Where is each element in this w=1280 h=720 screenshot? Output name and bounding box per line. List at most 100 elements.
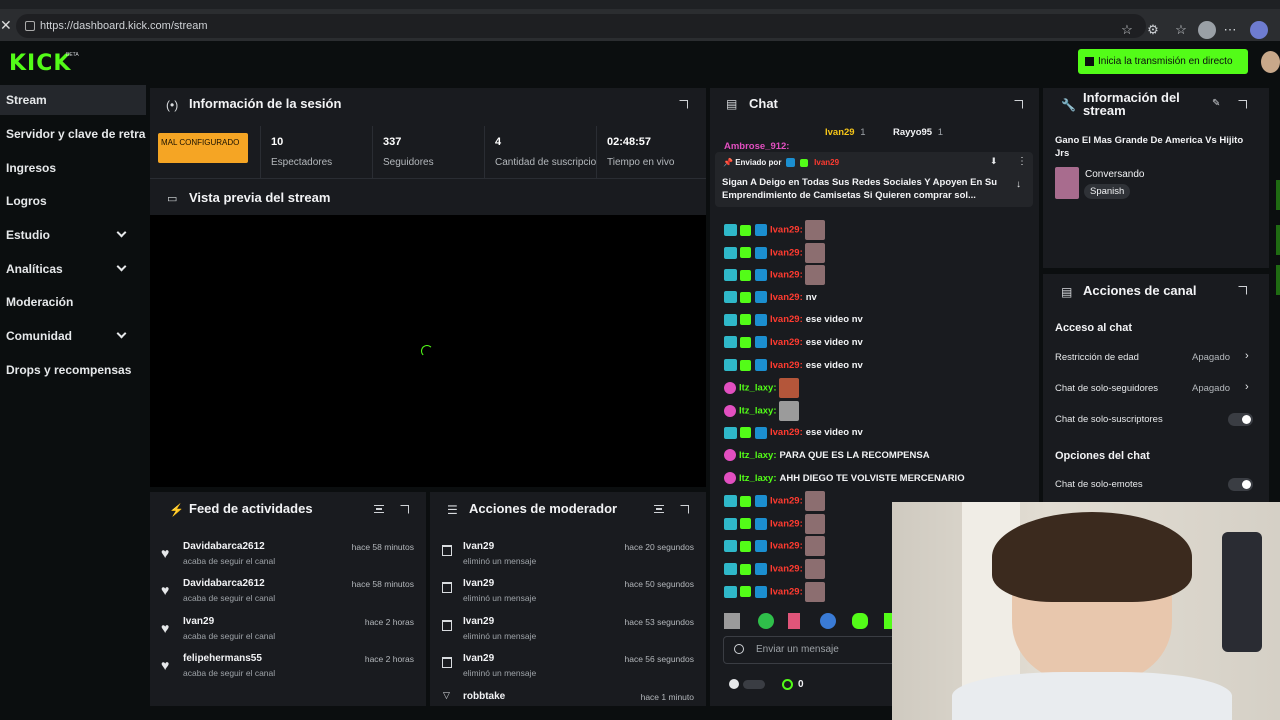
- chat-message[interactable]: Ivan29:: [724, 265, 825, 286]
- bookmark-star-icon[interactable]: ☆: [1119, 22, 1135, 38]
- browser-tab[interactable]: [140, 0, 240, 9]
- edit-pencil-icon[interactable]: ✎: [1212, 98, 1220, 109]
- chat-username[interactable]: Ivan29:: [770, 337, 803, 348]
- extensions-icon[interactable]: ⚙: [1145, 22, 1161, 38]
- chat-username[interactable]: Itz_laxy:: [739, 383, 777, 394]
- sidebar-item-moderation[interactable]: Moderación: [0, 287, 146, 317]
- browser-tab[interactable]: [390, 0, 500, 9]
- url-field[interactable]: https://dashboard.kick.com/stream: [16, 14, 1146, 38]
- chat-username[interactable]: Ivan29:: [770, 564, 803, 575]
- more-options-icon[interactable]: ⋮: [1017, 156, 1027, 167]
- chat-username[interactable]: Ivan29:: [770, 314, 803, 325]
- chat-message[interactable]: Ivan29: nv: [724, 288, 817, 308]
- filter-icon[interactable]: [374, 505, 384, 513]
- chat-username[interactable]: Itz_laxy:: [739, 405, 777, 416]
- popout-icon[interactable]: [680, 505, 689, 514]
- sidebar-item-drops[interactable]: Drops y recompensas: [0, 355, 146, 385]
- activity-user[interactable]: felipehermans55: [183, 653, 262, 664]
- top-chatter[interactable]: Ivan29 1: [825, 127, 866, 138]
- mod-action-user[interactable]: Ivan29: [463, 541, 494, 552]
- chat-message[interactable]: Ivan29:: [724, 536, 825, 557]
- followers-only-row[interactable]: Chat de solo-seguidores Apagado ›: [1043, 375, 1269, 403]
- stop-loading-icon[interactable]: ✕: [0, 18, 12, 32]
- settings-icon[interactable]: [729, 679, 739, 689]
- emote-icon[interactable]: [724, 613, 740, 629]
- chat-message[interactable]: Ivan29:: [724, 242, 825, 263]
- sidebar-item-achievements[interactable]: Logros: [0, 186, 146, 216]
- mod-action-user[interactable]: Ivan29: [463, 653, 494, 664]
- chat-username[interactable]: Ivan29:: [770, 270, 803, 281]
- chat-message[interactable]: Ivan29: ese video nv: [724, 423, 863, 443]
- sidebar-item-stream[interactable]: Stream: [0, 85, 146, 115]
- arrow-down-icon[interactable]: ↓: [1016, 179, 1021, 190]
- browser-profile-icon[interactable]: [1198, 21, 1216, 39]
- popout-icon[interactable]: [1238, 286, 1247, 295]
- chat-message[interactable]: Itz_laxy:: [724, 378, 799, 399]
- pin-icon[interactable]: ⬇: [990, 156, 998, 167]
- chat-username[interactable]: Ivan29:: [770, 541, 803, 552]
- activity-user[interactable]: Davidabarca2612: [183, 578, 265, 589]
- sidebar-item-community[interactable]: Comunidad: [0, 321, 146, 351]
- chat-message[interactable]: Ivan29: ese video nv: [724, 356, 863, 376]
- kick-logo[interactable]: KICK: [9, 51, 71, 76]
- chat-message[interactable]: Ivan29:: [724, 559, 825, 579]
- activity-user[interactable]: Ivan29: [183, 616, 214, 627]
- favorites-icon[interactable]: ☆: [1173, 22, 1189, 38]
- chat-username[interactable]: Ivan29:: [770, 225, 803, 236]
- site-info-icon[interactable]: [25, 21, 35, 31]
- chat-username[interactable]: Ivan29:: [770, 427, 803, 438]
- top-chatter[interactable]: Rayyo95 1: [893, 127, 943, 138]
- filter-icon[interactable]: [654, 505, 664, 513]
- go-live-button[interactable]: Inicia la transmisión en directo: [1078, 49, 1248, 74]
- emote-icon[interactable]: [820, 613, 836, 629]
- profile-avatar[interactable]: [1261, 51, 1280, 73]
- chat-message[interactable]: Ivan29:: [724, 220, 825, 240]
- chat-username[interactable]: Ivan29:: [770, 292, 803, 303]
- chat-partial-user[interactable]: Ambrose_912:: [724, 141, 789, 152]
- mod-action-user[interactable]: robbtake: [463, 691, 505, 702]
- sidebar-item-income[interactable]: Ingresos: [0, 153, 146, 183]
- popout-icon[interactable]: [1238, 100, 1247, 109]
- stream-preview-video[interactable]: [150, 215, 706, 487]
- mod-action-user[interactable]: Ivan29: [463, 578, 494, 589]
- sidebar-item-server-key[interactable]: Servidor y clave de retransmisión: [0, 119, 146, 149]
- chat-username[interactable]: Ivan29:: [770, 586, 803, 597]
- chat-username[interactable]: Ivan29:: [770, 247, 803, 258]
- browser-tab[interactable]: [520, 0, 630, 9]
- popout-icon[interactable]: [679, 100, 688, 109]
- emote-icon[interactable]: [788, 613, 800, 629]
- chat-username[interactable]: Ivan29:: [770, 518, 803, 529]
- sidebar-item-analytics[interactable]: Analíticas: [0, 254, 146, 284]
- subscribers-only-toggle[interactable]: [1228, 413, 1253, 426]
- chat-username[interactable]: Itz_laxy:: [739, 473, 777, 484]
- chat-username[interactable]: Itz_laxy:: [739, 450, 777, 461]
- chat-username[interactable]: Ivan29:: [770, 360, 803, 371]
- misconfigured-badge[interactable]: MAL CONFIGURADO: [158, 133, 248, 163]
- emote-picker-icon[interactable]: [734, 644, 744, 654]
- emotes-only-toggle[interactable]: [1228, 478, 1253, 491]
- chat-message[interactable]: Ivan29:: [724, 581, 825, 602]
- chat-message[interactable]: Itz_laxy:: [724, 400, 799, 421]
- copilot-icon[interactable]: [1250, 21, 1268, 39]
- popout-icon[interactable]: [1014, 100, 1023, 109]
- pinned-message[interactable]: 📌 Enviado por Ivan29 Sigan A Deigo en To…: [715, 152, 1033, 207]
- emote-icon[interactable]: [852, 613, 868, 629]
- sidebar-item-studio[interactable]: Estudio: [0, 220, 146, 250]
- emote-icon[interactable]: [884, 613, 892, 629]
- chat-message[interactable]: Ivan29:: [724, 513, 825, 534]
- chat-username[interactable]: Ivan29:: [770, 496, 803, 507]
- chat-message[interactable]: Ivan29: ese video nv: [724, 333, 863, 353]
- category-thumbnail[interactable]: [1055, 167, 1079, 199]
- chat-message[interactable]: Itz_laxy: AHH DIEGO TE VOLVISTE MERCENARI…: [724, 469, 965, 489]
- age-restriction-row[interactable]: Restricción de edad Apagado ›: [1043, 344, 1269, 372]
- category-name[interactable]: Conversando: [1085, 169, 1144, 180]
- menu-dots-icon[interactable]: ⋯: [1222, 22, 1238, 38]
- activity-user[interactable]: Davidabarca2612: [183, 541, 265, 552]
- chat-message[interactable]: Itz_laxy: PARA QUE ES LA RECOMPENSA: [724, 446, 930, 466]
- mod-action-user[interactable]: Ivan29: [463, 616, 494, 627]
- browser-tab[interactable]: [650, 0, 760, 9]
- popout-icon[interactable]: [400, 505, 409, 514]
- chat-toggle[interactable]: [743, 680, 765, 689]
- chat-message[interactable]: Ivan29:: [724, 491, 825, 512]
- emote-icon[interactable]: [758, 613, 774, 629]
